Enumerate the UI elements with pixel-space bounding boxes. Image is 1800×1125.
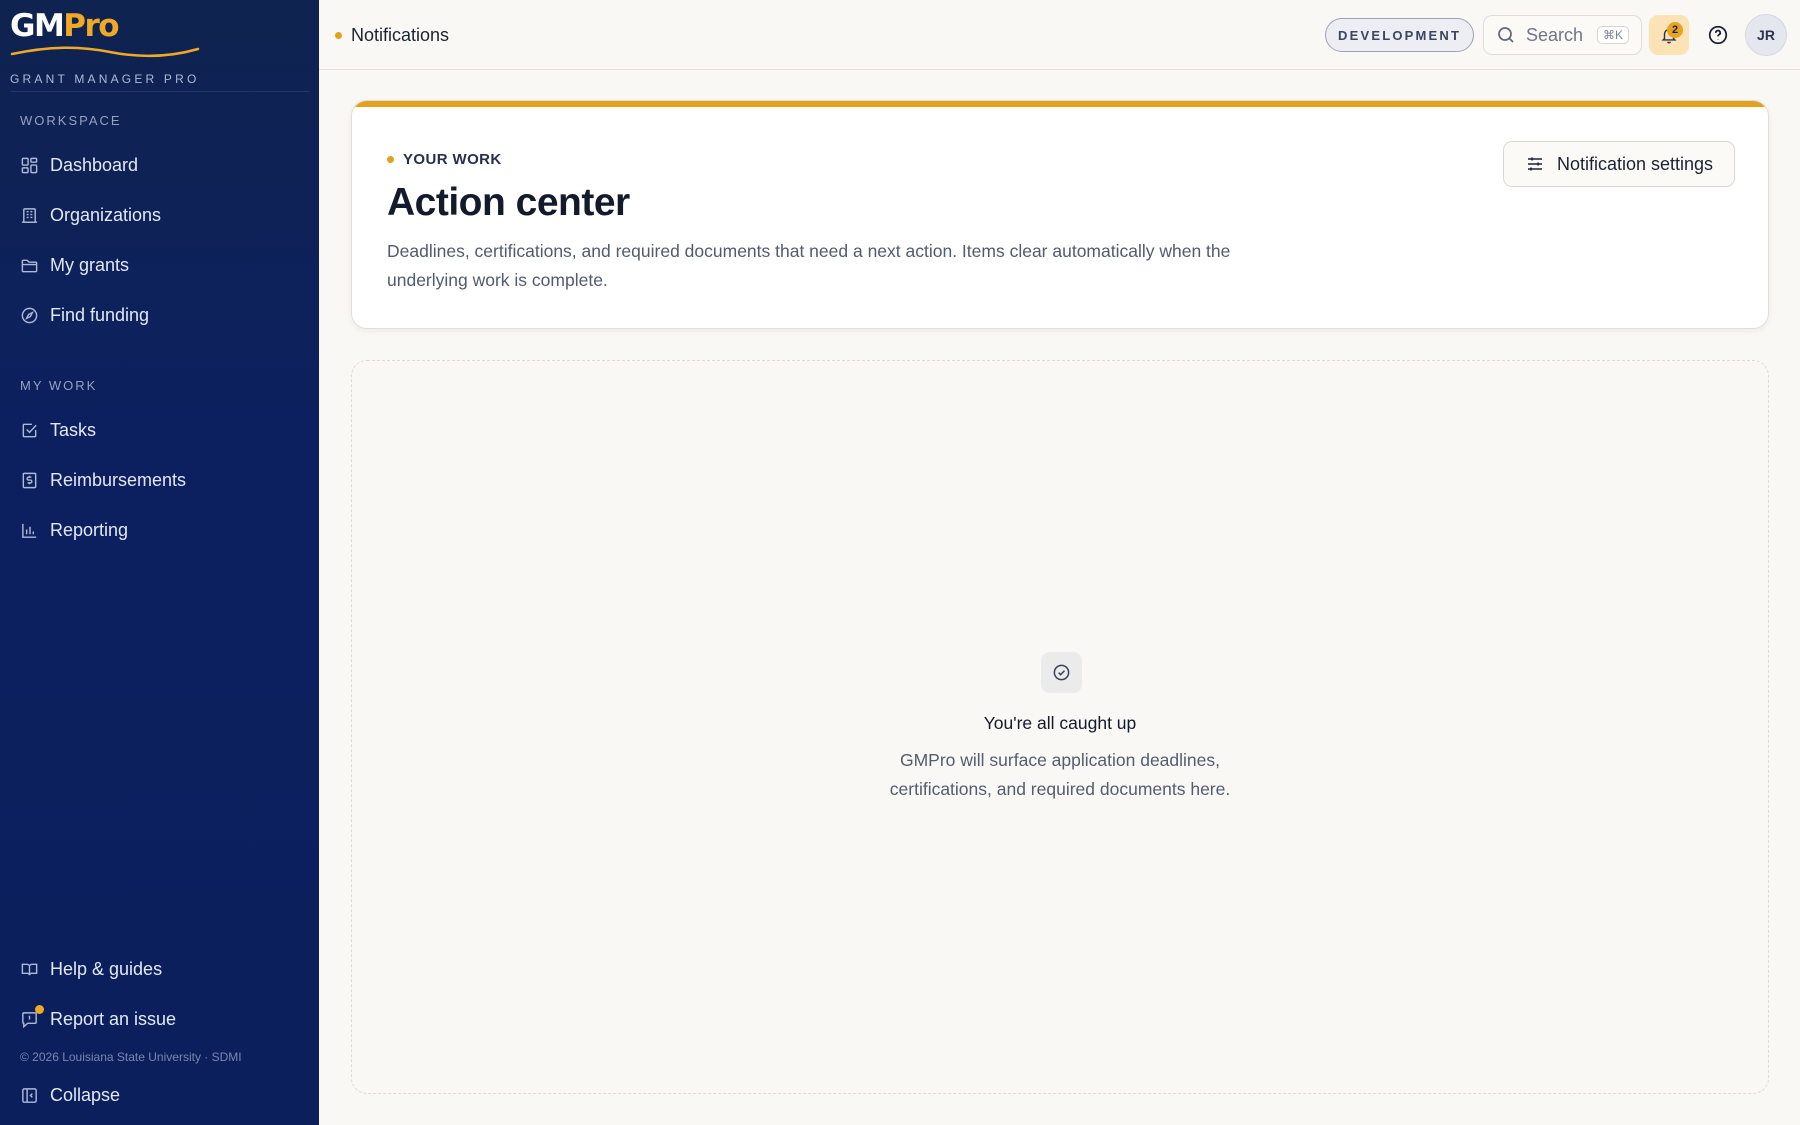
checkbox-icon bbox=[22, 423, 37, 437]
check-circle-icon bbox=[1041, 652, 1082, 693]
eyebrow-label: YOUR WORK bbox=[403, 151, 502, 168]
empty-state-line-1: GMPro will surface application deadlines… bbox=[899, 750, 1221, 770]
notification-settings-label: Notification settings bbox=[1556, 153, 1714, 174]
sidebar-item-my-grants[interactable]: My grants bbox=[20, 247, 129, 283]
sidebar-item-label: Help & guides bbox=[50, 958, 163, 979]
breadcrumb-current: Notifications bbox=[351, 24, 450, 45]
help-button[interactable] bbox=[1705, 22, 1731, 48]
sidebar-divider bbox=[10, 91, 309, 92]
sidebar-item-label: Reporting bbox=[50, 519, 129, 540]
sidebar: GMPro GRANT MANAGER PRO WORKSPACE Dashbo… bbox=[0, 0, 319, 1125]
notification-settings-button[interactable]: Notification settings bbox=[1503, 141, 1735, 187]
book-icon bbox=[21, 963, 38, 975]
sliders-icon bbox=[1527, 157, 1542, 171]
sidebar-item-label: Organizations bbox=[50, 204, 162, 225]
empty-state-line-2: certifications, and required documents h… bbox=[889, 779, 1231, 799]
sidebar-item-help[interactable]: Help & guides bbox=[20, 951, 162, 987]
topbar: Notifications DEVELOPMENT Search ⌘K 2 JR bbox=[319, 0, 1800, 70]
sidebar-item-organizations[interactable]: Organizations bbox=[20, 197, 161, 233]
sidebar-item-label: Report an issue bbox=[50, 1008, 177, 1029]
notifications-button[interactable]: 2 bbox=[1649, 15, 1689, 55]
sidebar-item-label: Reimbursements bbox=[50, 469, 187, 490]
sidebar-item-label: Dashboard bbox=[50, 154, 139, 175]
section-label-workspace: WORKSPACE bbox=[20, 113, 122, 128]
bar-chart-icon bbox=[22, 523, 37, 538]
notification-count-badge: 2 bbox=[1667, 22, 1683, 38]
sidebar-item-label: Tasks bbox=[50, 419, 97, 440]
logo-pro: Pro bbox=[63, 8, 119, 44]
search-button[interactable]: Search ⌘K bbox=[1483, 15, 1642, 55]
eyebrow-dot bbox=[387, 156, 394, 163]
search-icon bbox=[1498, 27, 1514, 43]
sidebar-item-dashboard[interactable]: Dashboard bbox=[20, 147, 138, 183]
user-avatar[interactable]: JR bbox=[1745, 14, 1787, 56]
card-accent-bar bbox=[352, 101, 1768, 107]
sidebar-item-label: My grants bbox=[50, 254, 130, 275]
brand-logo[interactable]: GMPro GRANT MANAGER PRO bbox=[10, 8, 200, 86]
sidebar-item-label: Find funding bbox=[50, 304, 150, 325]
help-icon bbox=[1708, 25, 1728, 45]
sidebar-collapse-button[interactable]: Collapse bbox=[20, 1077, 120, 1113]
sidebar-item-reimbursements[interactable]: Reimbursements bbox=[20, 462, 186, 498]
dashboard-icon bbox=[21, 157, 38, 173]
breadcrumb-dot bbox=[335, 31, 342, 39]
sidebar-item-label: Collapse bbox=[50, 1084, 121, 1105]
compass-icon bbox=[21, 307, 38, 323]
receipt-icon bbox=[22, 472, 37, 488]
logo-gm: GM bbox=[10, 8, 65, 44]
empty-state-title: You're all caught up bbox=[983, 713, 1137, 733]
empty-state-panel: You're all caught up GMPro will surface … bbox=[351, 360, 1769, 1094]
logo-swoosh-icon bbox=[10, 46, 200, 58]
copyright-text: © 2026 Louisiana State University · SDMI bbox=[20, 1050, 242, 1064]
collapse-icon bbox=[22, 1087, 37, 1103]
action-center-header: YOUR WORK Action center Deadlines, certi… bbox=[351, 100, 1769, 329]
building-icon bbox=[21, 207, 38, 223]
sidebar-item-find-funding[interactable]: Find funding bbox=[20, 297, 149, 333]
sidebar-item-tasks[interactable]: Tasks bbox=[20, 412, 96, 448]
sidebar-item-reporting[interactable]: Reporting bbox=[20, 512, 128, 548]
report-indicator-dot bbox=[35, 1005, 44, 1014]
search-placeholder: Search bbox=[1526, 24, 1584, 45]
folder-icon bbox=[21, 259, 38, 272]
environment-badge: DEVELOPMENT bbox=[1325, 18, 1475, 52]
eyebrow: YOUR WORK bbox=[387, 151, 502, 168]
breadcrumb: Notifications bbox=[335, 0, 449, 70]
page-title: Action center bbox=[387, 181, 630, 224]
search-shortcut: ⌘K bbox=[1597, 26, 1630, 44]
logo-tagline: GRANT MANAGER PRO bbox=[10, 72, 200, 86]
page-description: Deadlines, certifications, and required … bbox=[387, 241, 1231, 290]
empty-state-description: GMPro will surface application deadlines… bbox=[352, 746, 1768, 804]
section-label-my-work: MY WORK bbox=[20, 378, 98, 393]
